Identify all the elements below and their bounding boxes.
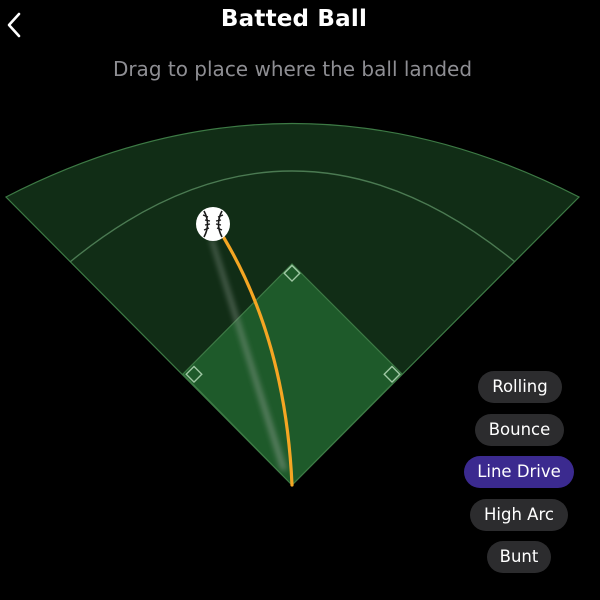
ball-type-bunt-button[interactable]: Bunt bbox=[487, 541, 551, 573]
baseball-icon[interactable] bbox=[196, 207, 230, 241]
ball-type-line-drive-button[interactable]: Line Drive bbox=[464, 456, 574, 488]
ball-type-selector: Rolling Bounce Line Drive High Arc Bunt bbox=[455, 366, 585, 581]
batted-ball-screen: Batted Ball Drag to place where the ball… bbox=[0, 0, 600, 600]
ball-type-bounce-button[interactable]: Bounce bbox=[475, 414, 564, 446]
ball-type-rolling-button[interactable]: Rolling bbox=[478, 371, 562, 403]
ball-type-high-arc-button[interactable]: High Arc bbox=[470, 499, 568, 531]
